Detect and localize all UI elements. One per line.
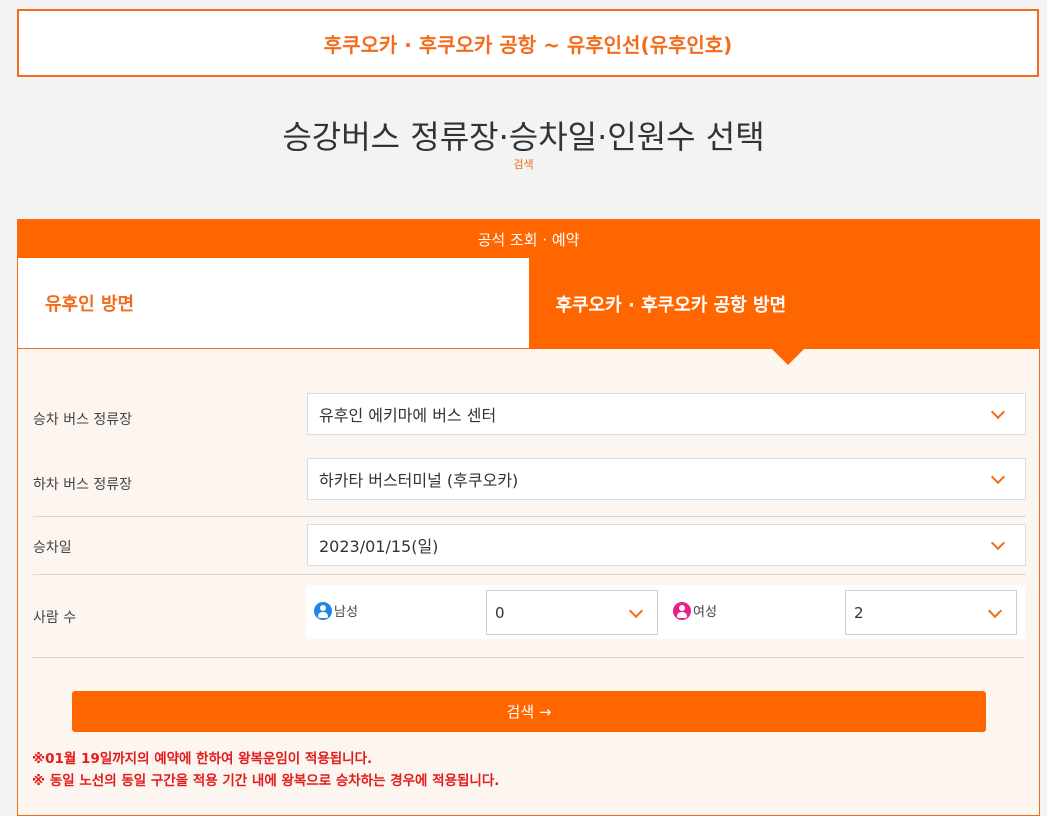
female-person-icon [673, 601, 691, 620]
male-person-icon [314, 601, 332, 620]
people-count-label: 사람 수 [33, 610, 77, 626]
divider [33, 574, 1026, 575]
active-tab-arrow [771, 349, 804, 365]
female-count-value: 2 [854, 603, 864, 622]
male-group: 남성 [314, 601, 358, 620]
boarding-date-label: 승차일 [33, 540, 72, 556]
divider [33, 516, 1026, 517]
tab-fukuoka-direction[interactable]: 후쿠오카 · 후쿠오카 공항 방면 [528, 258, 1039, 365]
people-selector: 남성 0 여성 2 [306, 585, 1025, 639]
page-subtitle: 검색 [513, 158, 534, 171]
route-title-box: 후쿠오카 · 후쿠오카 공항 ~ 유후인선(유후인호) [17, 9, 1039, 77]
boarding-date-select[interactable]: 2023/01/15(일) [307, 524, 1026, 566]
boarding-stop-value: 유후인 에키마에 버스 센터 [319, 406, 497, 425]
male-count-select[interactable]: 0 [486, 590, 658, 635]
male-count-value: 0 [495, 603, 505, 622]
female-count-select[interactable]: 2 [845, 590, 1017, 635]
note-item: ※ 동일 노선의 동일 구간을 적용 기간 내에 왕복으로 승차하는 경우에 적… [32, 773, 500, 789]
search-button[interactable]: 검색 → [72, 691, 986, 732]
alighting-stop-value: 하카타 버스터미널 (후쿠오카) [319, 471, 519, 490]
boarding-date-value: 2023/01/15(일) [319, 537, 439, 556]
tab-yufuin-direction[interactable]: 유후인 방면 [18, 258, 529, 349]
note-item: ※01월 19일까지의 예약에 한하여 왕복운임이 적용됩니다. [32, 751, 373, 767]
panel-header: 공석 조회 · 예약 [18, 220, 1039, 258]
fare-notes: ※01월 19일까지의 예약에 한하여 왕복운임이 적용됩니다. ※ 동일 노선… [32, 748, 499, 792]
boarding-stop-label: 승차 버스 정류장 [33, 412, 133, 428]
tab-label: 유후인 방면 [45, 294, 135, 315]
female-group: 여성 [673, 601, 717, 620]
chevron-down-icon [990, 404, 1006, 420]
page-title: 승강버스 정류장·승차일·인원수 선택 [282, 118, 765, 156]
chevron-down-icon [990, 535, 1006, 551]
tab-label: 후쿠오카 · 후쿠오카 공항 방면 [555, 294, 787, 316]
direction-tabs: 유후인 방면 후쿠오카 · 후쿠오카 공항 방면 [18, 258, 1039, 365]
divider [32, 657, 1025, 658]
female-label: 여성 [693, 605, 717, 620]
alighting-stop-label: 하차 버스 정류장 [33, 477, 133, 493]
route-title: 후쿠오카 · 후쿠오카 공항 ~ 유후인선(유후인호) [323, 32, 733, 57]
chevron-down-icon [628, 603, 644, 618]
male-label: 남성 [334, 605, 358, 620]
boarding-stop-select[interactable]: 유후인 에키마에 버스 센터 [307, 393, 1026, 435]
chevron-down-icon [990, 469, 1006, 485]
alighting-stop-select[interactable]: 하카타 버스터미널 (후쿠오카) [307, 458, 1026, 500]
chevron-down-icon [987, 603, 1003, 618]
